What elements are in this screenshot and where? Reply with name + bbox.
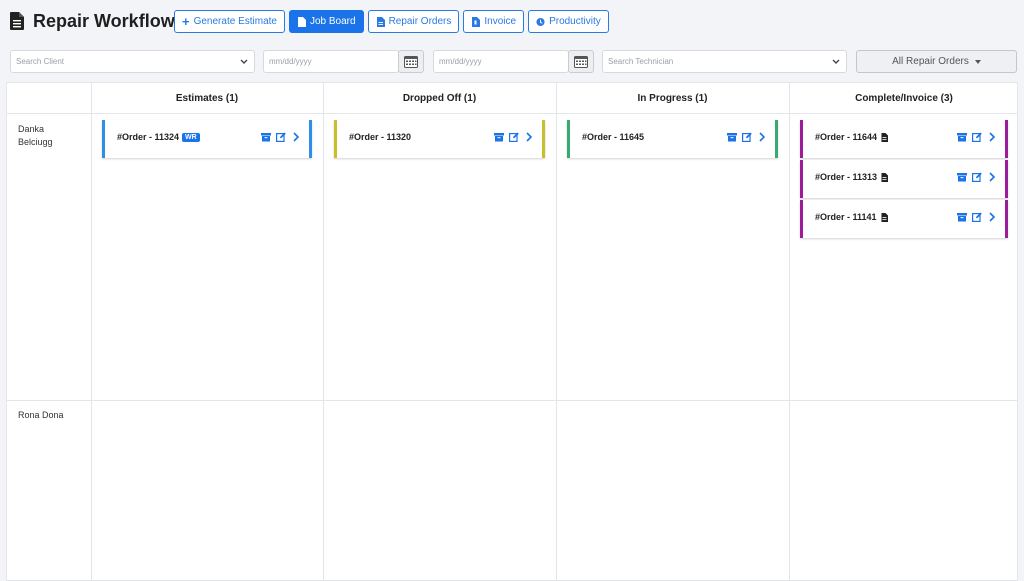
order-card[interactable]: #Order - 11644 <box>800 120 1008 158</box>
all-repair-orders-dropdown[interactable]: All Repair Orders <box>856 50 1017 73</box>
order-number: #Order - 11644 <box>815 132 878 142</box>
order-card-title: #Order - 11645 <box>582 132 644 142</box>
order-number: #Order - 11324 <box>117 132 180 142</box>
search-technician-placeholder: Search Technician <box>608 57 674 66</box>
chevron-right-icon[interactable] <box>987 172 997 182</box>
order-number: #Order - 11645 <box>582 132 645 142</box>
technician-name: Rona Dona <box>18 410 64 420</box>
column-header: Complete/Invoice (3) <box>855 92 953 104</box>
order-number: #Order - 11141 <box>815 212 877 222</box>
row-divider <box>7 113 1017 114</box>
archive-icon[interactable] <box>957 212 967 222</box>
invoice-icon <box>471 16 481 27</box>
chevron-down-icon <box>832 59 840 64</box>
plus-icon: + <box>182 13 190 29</box>
nav-button-label: Repair Orders <box>388 16 452 27</box>
column-divider <box>91 83 92 580</box>
nav-repair-orders-button[interactable]: Repair Orders <box>367 10 460 33</box>
job-board: Estimates (1) Dropped Off (1) In Progress … <box>6 82 1018 581</box>
caret-down-icon <box>974 59 981 64</box>
order-card[interactable]: #Order - 11324 WR <box>102 120 312 158</box>
archive-icon[interactable] <box>727 132 737 142</box>
search-client-select[interactable]: Search Client <box>10 50 255 73</box>
nav-job-board-button[interactable]: Job Board <box>288 10 364 33</box>
date-to-calendar-button[interactable] <box>568 50 594 73</box>
column-divider <box>323 83 324 580</box>
document-icon <box>297 16 306 27</box>
order-card-title: #Order - 11644 <box>815 132 889 142</box>
document-icon <box>376 16 385 27</box>
nav-generate-estimate-button[interactable]: + Generate Estimate <box>174 10 285 33</box>
document-icon <box>881 172 889 182</box>
order-card[interactable]: #Order - 11313 <box>800 160 1008 198</box>
document-icon <box>10 12 24 30</box>
page-title: Repair Workflow <box>33 11 175 31</box>
order-card[interactable]: #Order - 11141 <box>800 200 1008 238</box>
edit-icon[interactable] <box>742 132 752 142</box>
calendar-icon <box>574 55 588 68</box>
edit-icon[interactable] <box>972 212 982 222</box>
order-card-actions <box>261 132 301 142</box>
nav-productivity-button[interactable]: Productivity <box>528 10 609 33</box>
date-from-calendar-button[interactable] <box>398 50 424 73</box>
top-nav: + Generate Estimate Job Board Repair Orders… <box>174 10 609 33</box>
clock-icon <box>536 17 545 27</box>
date-to-placeholder: mm/dd/yyyy <box>439 57 482 66</box>
nav-button-label: Generate Estimate <box>193 16 277 27</box>
edit-icon[interactable] <box>972 132 982 142</box>
wr-badge: WR <box>182 132 200 142</box>
order-card-actions <box>727 132 767 142</box>
edit-icon[interactable] <box>509 132 519 142</box>
header: Repair Workflow + Generate Estimate Job Bo… <box>0 0 1024 44</box>
column-header: Dropped Off (1) <box>402 92 477 104</box>
date-to-input[interactable]: mm/dd/yyyy <box>433 50 569 73</box>
technician-name: Danka Belciugg <box>18 124 53 147</box>
order-card-title: #Order - 11320 <box>349 132 411 142</box>
nav-invoice-button[interactable]: Invoice <box>463 10 525 33</box>
order-card-title: #Order - 11324 WR <box>117 132 200 142</box>
search-technician-select[interactable]: Search Technician <box>602 50 847 73</box>
chevron-right-icon[interactable] <box>987 212 997 222</box>
order-card[interactable]: #Order - 11645 <box>567 120 778 158</box>
nav-button-label: Productivity <box>549 16 601 27</box>
archive-icon[interactable] <box>261 132 271 142</box>
row-divider <box>7 400 1017 401</box>
chevron-right-icon[interactable] <box>987 132 997 142</box>
order-card-title: #Order - 11141 <box>815 212 888 222</box>
order-card-actions <box>957 132 997 142</box>
edit-icon[interactable] <box>276 132 286 142</box>
order-card-actions <box>494 132 534 142</box>
order-card-actions <box>957 212 997 222</box>
order-card[interactable]: #Order - 11320 <box>334 120 545 158</box>
calendar-icon <box>404 55 418 68</box>
order-number: #Order - 11313 <box>815 172 878 182</box>
chevron-right-icon[interactable] <box>757 132 767 142</box>
chevron-right-icon[interactable] <box>524 132 534 142</box>
document-icon <box>881 212 888 222</box>
nav-button-label: Job Board <box>309 16 356 27</box>
filter-bar: Search Client mm/dd/yyyy mm/dd/yyyy Sear… <box>0 50 1024 73</box>
order-number: #Order - 11320 <box>349 132 412 142</box>
edit-icon[interactable] <box>972 172 982 182</box>
column-divider <box>556 83 557 580</box>
date-from-input[interactable]: mm/dd/yyyy <box>263 50 399 73</box>
search-client-placeholder: Search Client <box>16 57 65 66</box>
column-divider <box>789 83 790 580</box>
column-header: Estimates (1) <box>175 92 239 104</box>
archive-icon[interactable] <box>957 132 967 142</box>
chevron-right-icon[interactable] <box>291 132 301 142</box>
archive-icon[interactable] <box>957 172 967 182</box>
order-card-actions <box>957 172 997 182</box>
all-repair-orders-label: All Repair Orders <box>892 56 969 67</box>
order-card-title: #Order - 11313 <box>815 172 889 182</box>
column-header: In Progress (1) <box>637 92 708 104</box>
nav-button-label: Invoice <box>484 16 517 27</box>
chevron-down-icon <box>240 59 248 64</box>
date-from-placeholder: mm/dd/yyyy <box>269 57 312 66</box>
archive-icon[interactable] <box>494 132 504 142</box>
document-icon <box>881 132 889 142</box>
